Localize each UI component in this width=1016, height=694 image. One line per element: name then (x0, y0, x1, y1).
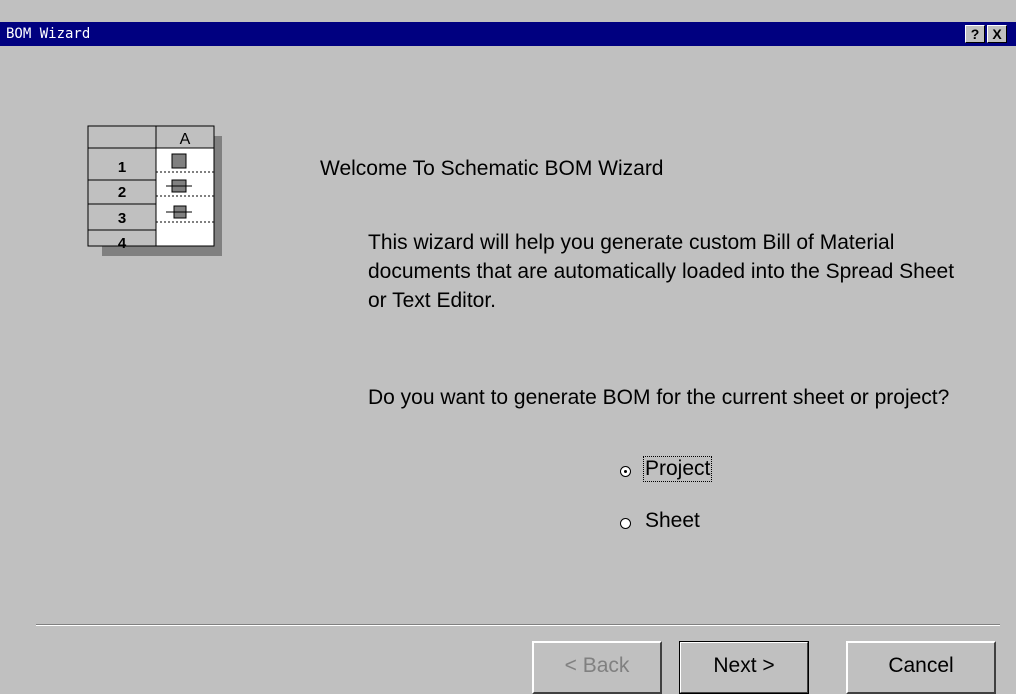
row-1-label: 1 (118, 159, 126, 176)
sheet-radio-indicator[interactable] (620, 518, 631, 529)
bom-wizard-dialog: BOM Wizard ? X A 1 2 3 4 Welcome To Sche… (0, 0, 1016, 694)
spreadsheet-icon: A 1 2 3 4 (87, 125, 222, 256)
project-radio-label[interactable]: Project (642, 456, 713, 482)
close-button[interactable]: X (987, 25, 1007, 43)
project-radio-indicator[interactable] (620, 466, 631, 477)
title-bar[interactable]: BOM Wizard ? X (0, 22, 1016, 46)
wizard-description: This wizard will help you generate custo… (368, 231, 955, 312)
button-divider (36, 624, 1000, 626)
help-button[interactable]: ? (965, 25, 985, 43)
sheet-radio-label[interactable]: Sheet (644, 509, 701, 533)
window-title: BOM Wizard (6, 26, 91, 42)
cancel-button[interactable]: Cancel (846, 641, 996, 694)
row-4-label: 4 (118, 235, 127, 252)
column-a-label: A (180, 131, 191, 148)
next-button[interactable]: Next > (679, 641, 809, 694)
row-2-label: 2 (118, 184, 126, 201)
bom-scope-question: Do you want to generate BOM for the curr… (368, 386, 950, 409)
back-button[interactable]: < Back (532, 641, 662, 694)
top-strip (0, 0, 1016, 22)
welcome-heading: Welcome To Schematic BOM Wizard (320, 157, 664, 180)
row-3-label: 3 (118, 210, 126, 227)
